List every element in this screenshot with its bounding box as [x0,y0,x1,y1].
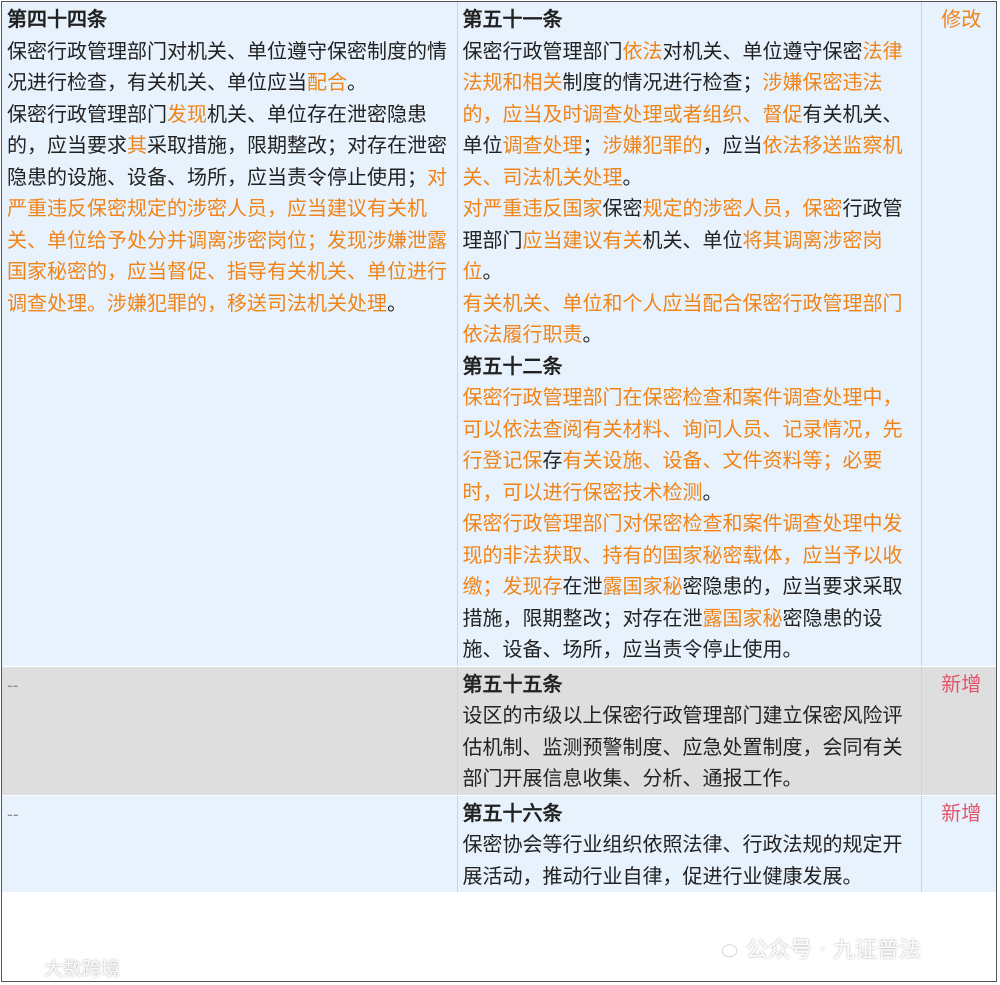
text-segment: 保密行政管理部门对机关、单位遵守保密制度的情况进行检查，有关机关、单位应当 [7,38,447,95]
text-segment: 保密行政管理部门 [7,101,167,126]
article-title: 第五十六条 [462,800,563,825]
article-paragraph: 保密行政管理部门在保密检查和案件调查处理中，可以依法查阅有关材料、询问人员、记录… [463,382,917,508]
old-article-cell: -- [2,795,458,893]
highlighted-text: 其 [127,133,147,157]
article-paragraph: 设区的市级以上保密行政管理部门建立保密风险评估机制、监测预警制度、应急处置制度，… [463,700,917,795]
text-segment: 设区的市级以上保密行政管理部门建立保密风险评估机制、监测预警制度、应急处置制度，… [462,703,903,790]
empty-placeholder: -- [7,675,19,695]
highlighted-text: 发现 [167,101,207,126]
text-segment: 存 [542,448,563,472]
change-type-cell: 新增 [921,666,996,796]
text-segment: 制度的情况进行检查； [562,70,763,94]
change-type-badge: 修改 [941,7,982,31]
article-paragraph: 有关机关、单位和个人应当配合保密行政管理部门依法履行职责。 [463,288,917,351]
text-segment: ； [582,133,603,157]
text-segment: 。 [702,479,723,504]
change-type-cell: 修改 [921,2,996,667]
table-row: 第四十四条保密行政管理部门对机关、单位遵守保密制度的情况进行检查，有关机关、单位… [2,2,996,667]
text-segment: 。 [582,322,603,346]
change-type-cell: 新增 [921,795,996,893]
highlighted-text: 有关机关、单位和个人应当配合保密行政管理部门依法履行职责 [462,290,903,347]
table-row: -- 第五十五条设区的市级以上保密行政管理部门建立保密风险评估机制、监测预警制度、… [2,666,996,796]
text-segment: 在泄 [562,574,603,598]
article-paragraph: 保密行政管理部门发现机关、单位存在泄密隐患的，应当要求其采取措施，限期整改；对存… [7,99,453,320]
text-segment: 保密行政管理部门 [462,38,623,63]
article-title: 第五十一条 [462,7,563,31]
change-type-badge: 新增 [941,671,982,696]
article-paragraph: 对严重违反国家保密规定的涉密人员，保密行政管理部门应当建议有关机关、单位将其调离… [463,193,917,288]
change-type-badge: 新增 [941,800,982,825]
table-body: 第四十四条保密行政管理部门对机关、单位遵守保密制度的情况进行检查，有关机关、单位… [2,2,996,893]
text-segment: 。 [482,259,503,283]
highlighted-text: 对严重违反国家 [462,196,603,220]
comparison-table: 第四十四条保密行政管理部门对机关、单位遵守保密制度的情况进行检查，有关机关、单位… [2,2,996,893]
article-paragraph: 保密行政管理部门对保密检查和案件调查处理中发现的非法获取、持有的国家秘密载体，应… [463,508,917,666]
text-segment: 对机关、单位遵守保密 [662,38,863,63]
text-segment: 。 [387,290,407,315]
new-article-cell: 第五十一条保密行政管理部门依法对机关、单位遵守保密法律法规和相关制度的情况进行检… [457,2,922,667]
article-paragraph: 保密行政管理部门依法对机关、单位遵守保密法律法规和相关制度的情况进行检查；涉嫌保… [463,36,917,194]
text-segment: 。 [622,164,643,189]
article-title: 第四十四条 [7,7,107,31]
highlighted-text: 规定的涉密人员， [642,196,803,220]
highlighted-text: 调查处理 [502,133,583,157]
article-title: 第五十二条 [462,353,563,378]
article-title: 第五十五条 [462,671,563,696]
highlighted-text: 露国家秘 [602,574,683,598]
empty-placeholder: -- [7,804,19,824]
text-segment: 机关、单位 [642,227,743,252]
article-paragraph: 保密协会等行业组织依照法律、行政法规的规定开展活动，推动行业自律，促进行业健康发… [463,829,917,892]
table-row: -- 第五十六条保密协会等行业组织依照法律、行政法规的规定开展活动，推动行业自律，… [2,795,996,893]
old-article-cell: 第四十四条保密行政管理部门对机关、单位遵守保密制度的情况进行检查，有关机关、单位… [2,2,458,667]
text-segment: 保密 [602,196,643,220]
highlighted-text: 配合 [307,70,347,94]
highlighted-text: 涉嫌犯罪的 [602,133,703,157]
highlighted-text: 应当建议有关 [522,227,643,252]
highlighted-text: 露国家秘 [702,605,783,630]
text-segment: ，应当 [702,133,763,157]
highlighted-text: 依法 [622,38,663,63]
highlighted-text: 保密 [802,196,843,220]
new-article-cell: 第五十六条保密协会等行业组织依照法律、行政法规的规定开展活动，推动行业自律，促进… [457,795,922,893]
text-segment: 保密协会等行业组织依照法律、行政法规的规定开展活动，推动行业自律，促进行业健康发… [462,832,903,888]
text-segment: 。 [347,70,367,94]
article-paragraph: 保密行政管理部门对机关、单位遵守保密制度的情况进行检查，有关机关、单位应当配合。 [7,36,453,99]
new-article-cell: 第五十五条设区的市级以上保密行政管理部门建立保密风险评估机制、监测预警制度、应急… [457,666,922,796]
old-article-cell: -- [2,666,458,796]
comparison-table-frame: 第四十四条保密行政管理部门对机关、单位遵守保密制度的情况进行检查，有关机关、单位… [1,1,997,982]
